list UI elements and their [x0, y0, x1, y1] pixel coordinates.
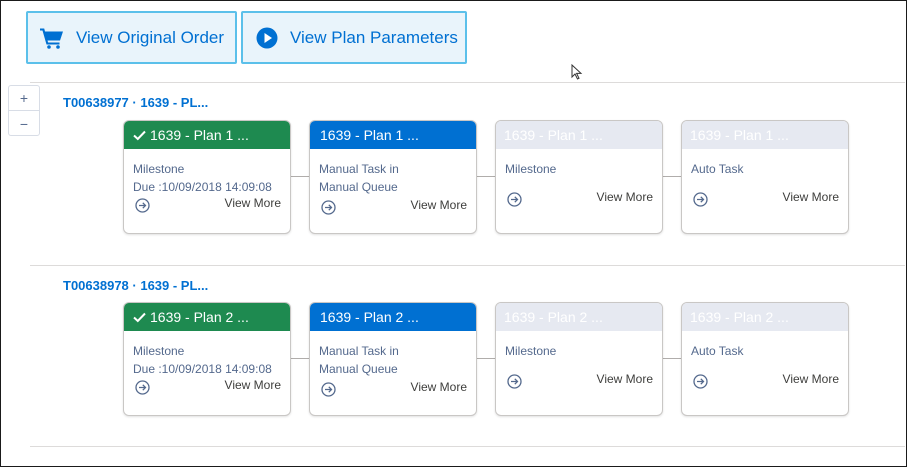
task-connector — [291, 358, 310, 359]
task-card-header: 1639 - Plan 1 ... — [124, 121, 290, 149]
task-type: Manual Task in — [319, 344, 399, 358]
task-connector — [663, 176, 682, 177]
arrow-right-circle-icon[interactable] — [693, 192, 708, 207]
view-more-link[interactable]: View More — [597, 190, 653, 204]
task-type: Manual Task in — [319, 162, 399, 176]
task-title: 1639 - Plan 1 ... — [504, 127, 603, 143]
task-card[interactable]: 1639 - Plan 2 ... Milestone View More — [495, 302, 663, 416]
view-original-order-label: View Original Order — [76, 27, 225, 47]
task-title: 1639 - Plan 1 ... — [690, 127, 789, 143]
task-card-header: 1639 - Plan 1 ... — [496, 121, 662, 149]
task-title: 1639 - Plan 2 ... — [320, 309, 419, 325]
task-title: 1639 - Plan 2 ... — [504, 309, 603, 325]
task-card[interactable]: 1639 - Plan 2 ... Auto Task View More — [681, 302, 849, 416]
checkmark-icon — [133, 130, 146, 141]
view-more-link[interactable]: View More — [783, 372, 839, 386]
task-queue: Manual Queue — [319, 362, 398, 376]
task-card[interactable]: 1639 - Plan 1 ... Milestone Due :10/09/2… — [123, 120, 291, 234]
task-title: 1639 - Plan 1 ... — [320, 127, 419, 143]
arrow-right-circle-icon[interactable] — [507, 192, 522, 207]
task-card[interactable]: 1639 - Plan 2 ... Manual Task in Manual … — [309, 302, 477, 416]
view-original-order-button[interactable]: View Original Order — [26, 11, 237, 64]
arrow-right-circle-icon[interactable] — [321, 382, 336, 397]
view-more-link[interactable]: View More — [783, 190, 839, 204]
zoom-out-button[interactable]: − — [9, 111, 39, 136]
task-connector — [477, 358, 496, 359]
task-due-date: Due :10/09/2018 14:09:08 — [133, 180, 272, 194]
task-card-header: 1639 - Plan 1 ... — [682, 121, 848, 149]
checkmark-icon — [133, 312, 146, 323]
view-more-link[interactable]: View More — [411, 380, 467, 394]
task-connector — [477, 176, 496, 177]
task-card[interactable]: 1639 - Plan 1 ... Auto Task View More — [681, 120, 849, 234]
arrow-right-circle-icon[interactable] — [507, 374, 522, 389]
task-queue: Manual Queue — [319, 180, 398, 194]
task-connector — [663, 358, 682, 359]
section-divider — [30, 265, 905, 266]
arrow-right-circle-icon[interactable] — [693, 374, 708, 389]
view-plan-parameters-button[interactable]: View Plan Parameters — [241, 11, 467, 64]
task-type: Milestone — [505, 344, 557, 358]
task-card[interactable]: 1639 - Plan 2 ... Milestone Due :10/09/2… — [123, 302, 291, 416]
task-card-header: 1639 - Plan 2 ... — [496, 303, 662, 331]
view-more-link[interactable]: View More — [597, 372, 653, 386]
task-card-header: 1639 - Plan 2 ... — [310, 303, 476, 331]
task-card-header: 1639 - Plan 2 ... — [682, 303, 848, 331]
view-plan-parameters-label: View Plan Parameters — [290, 27, 458, 47]
task-card[interactable]: 1639 - Plan 1 ... Milestone View More — [495, 120, 663, 234]
zoom-in-button[interactable]: + — [9, 86, 39, 111]
cart-icon — [40, 27, 64, 49]
task-card[interactable]: 1639 - Plan 1 ... Manual Task in Manual … — [309, 120, 477, 234]
task-title: 1639 - Plan 1 ... — [150, 127, 249, 143]
task-type: Auto Task — [691, 344, 744, 358]
order-link[interactable]: T00638978 · 1639 - PL... — [63, 278, 208, 293]
section-divider — [30, 82, 905, 83]
view-more-link[interactable]: View More — [225, 378, 281, 392]
task-due-date: Due :10/09/2018 14:09:08 — [133, 362, 272, 376]
task-card-header: 1639 - Plan 1 ... — [310, 121, 476, 149]
arrow-right-circle-icon[interactable] — [135, 380, 150, 395]
view-more-link[interactable]: View More — [411, 198, 467, 212]
arrow-right-circle-icon[interactable] — [321, 200, 336, 215]
order-link[interactable]: T00638977 · 1639 - PL... — [63, 95, 208, 110]
task-card-header: 1639 - Plan 2 ... — [124, 303, 290, 331]
task-connector — [291, 176, 310, 177]
task-type: Milestone — [133, 162, 185, 176]
task-type: Milestone — [133, 344, 185, 358]
arrow-right-circle-icon[interactable] — [135, 198, 150, 213]
task-type: Auto Task — [691, 162, 744, 176]
section-divider — [30, 446, 905, 447]
task-title: 1639 - Plan 2 ... — [150, 309, 249, 325]
view-more-link[interactable]: View More — [225, 196, 281, 210]
zoom-control: + − — [8, 85, 40, 136]
play-icon — [256, 27, 278, 49]
task-title: 1639 - Plan 2 ... — [690, 309, 789, 325]
task-type: Milestone — [505, 162, 557, 176]
